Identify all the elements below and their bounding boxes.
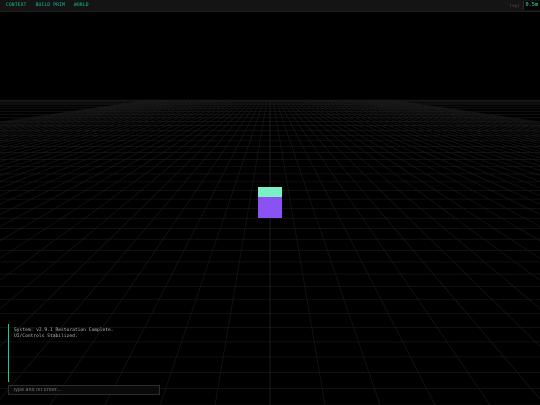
grid-line — [335, 99, 540, 155]
grid-line — [296, 99, 540, 259]
cube-top-face — [258, 187, 282, 197]
grid-line — [272, 99, 326, 405]
grid-line — [383, 99, 540, 125]
top-menu-bar: CONTEXT BUILD PRIM WORLD (sp) 0.5m — [0, 0, 540, 12]
grid-line — [305, 99, 540, 215]
grid-line — [362, 99, 540, 134]
grid-line — [359, 99, 540, 136]
snap-value[interactable]: 0.5m — [522, 1, 540, 10]
grid-line — [371, 99, 540, 130]
grid-line — [341, 99, 540, 149]
primitive-cube[interactable] — [258, 187, 282, 218]
command-input[interactable] — [8, 385, 160, 395]
main-menu: CONTEXT BUILD PRIM WORLD — [6, 2, 89, 9]
grid-line — [356, 99, 540, 138]
grid-line — [308, 99, 540, 205]
grid-line — [350, 99, 540, 142]
grid-line — [380, 99, 540, 126]
grid-line — [275, 99, 381, 405]
grid-line — [299, 99, 540, 242]
snap-label: (sp) — [509, 3, 520, 8]
grid-line — [214, 99, 268, 405]
grid-line — [290, 99, 540, 310]
grid-line — [278, 99, 436, 405]
grid-line — [281, 99, 491, 405]
menu-item-world[interactable]: WORLD — [74, 2, 89, 9]
grid-line — [353, 99, 540, 140]
grid-line — [159, 99, 265, 405]
menu-item-context[interactable]: CONTEXT — [6, 2, 27, 9]
grid-line — [332, 99, 540, 159]
menu-item-build-prim[interactable]: BUILD PRIM — [36, 2, 65, 9]
cube-front-face — [258, 197, 282, 218]
console-line: UI/Controls Stabilized. — [14, 334, 78, 339]
console-log: System: v2.9.1 Restoration Complete. UI/… — [8, 324, 161, 382]
grid-line — [338, 99, 540, 152]
snap-status: (sp) 0.5m — [509, 0, 540, 11]
grid-line — [293, 99, 540, 281]
